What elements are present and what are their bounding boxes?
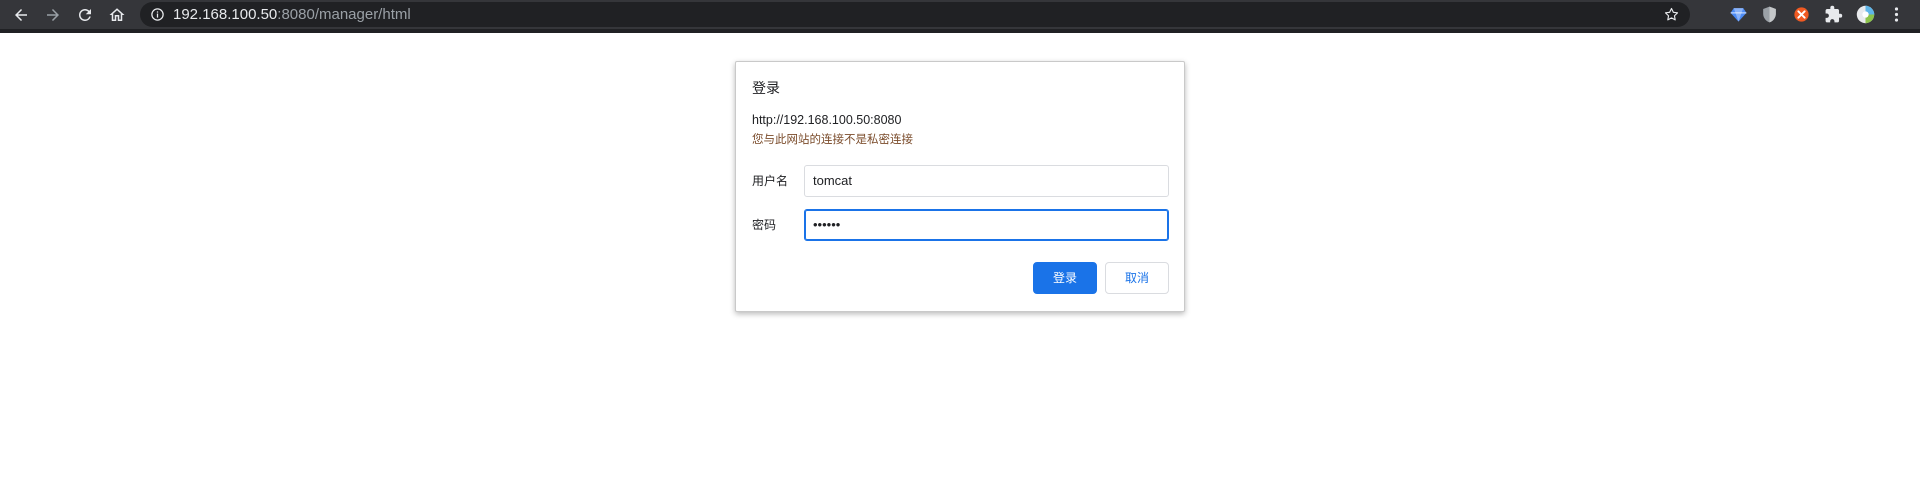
extension-orange-button[interactable] [1791, 4, 1812, 25]
reload-icon [78, 8, 91, 21]
login-dialog: 登录 http://192.168.100.50:8080 您与此网站的连接不是… [735, 61, 1185, 312]
password-input[interactable]: •••••• [804, 209, 1169, 241]
page-viewport: 登录 http://192.168.100.50:8080 您与此网站的连接不是… [0, 33, 1920, 479]
more-vertical-icon [1894, 7, 1899, 22]
arrow-right-icon [46, 8, 59, 21]
diamond-icon [1730, 8, 1747, 22]
url-host: 192.168.100.50 [173, 6, 278, 23]
extension-diamond-button[interactable] [1728, 4, 1749, 25]
login-button[interactable]: 登录 [1033, 262, 1097, 294]
insecure-connection-warning: 您与此网站的连接不是私密连接 [752, 132, 913, 146]
profile-avatar-button[interactable] [1855, 4, 1876, 25]
browser-menu-button[interactable] [1886, 4, 1907, 25]
forward-button[interactable] [40, 2, 65, 27]
dialog-title: 登录 [752, 81, 780, 97]
extension-shield-button[interactable] [1759, 4, 1780, 25]
url-text[interactable]: 192.168.100.50:8080/manager/html [173, 6, 411, 23]
username-input[interactable]: tomcat [804, 165, 1169, 197]
shield-icon [1763, 6, 1776, 23]
extensions-button[interactable] [1823, 4, 1844, 25]
avatar-icon [1856, 5, 1875, 24]
username-label: 用户名 [752, 174, 789, 188]
browser-toolbar: 192.168.100.50:8080/manager/html [0, 0, 1920, 33]
dialog-origin: http://192.168.100.50:8080 [752, 113, 902, 127]
orange-badge-icon [1794, 7, 1809, 22]
address-bar[interactable]: 192.168.100.50:8080/manager/html [140, 2, 1690, 27]
puzzle-piece-icon [1825, 5, 1843, 23]
password-value: •••••• [813, 217, 841, 232]
back-button[interactable] [8, 2, 33, 27]
cancel-button[interactable]: 取消 [1105, 262, 1169, 294]
bookmark-star-icon[interactable] [1663, 6, 1680, 23]
reload-button[interactable] [72, 2, 97, 27]
home-icon [109, 7, 124, 21]
home-button[interactable] [104, 2, 129, 27]
username-value: tomcat [813, 173, 853, 188]
info-icon[interactable] [150, 7, 165, 22]
password-label: 密码 [752, 218, 777, 232]
arrow-left-icon [14, 8, 27, 21]
url-path: :8080/manager/html [277, 6, 411, 23]
